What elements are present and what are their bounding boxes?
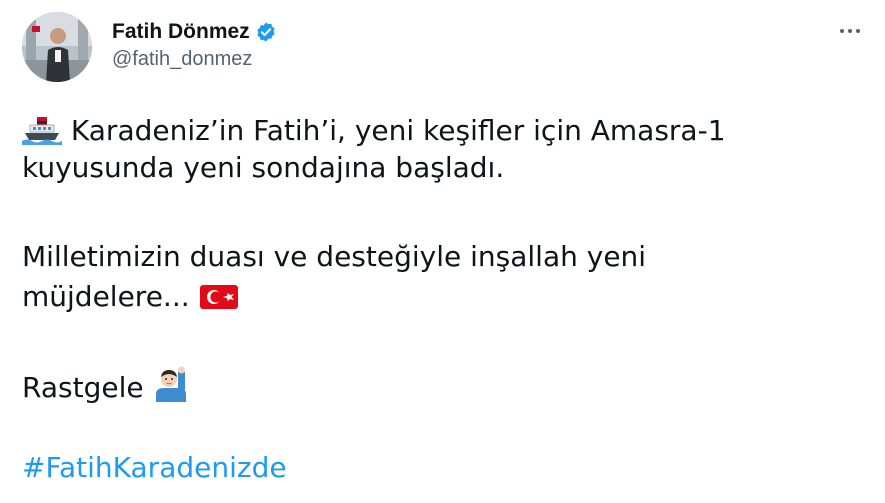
author-display-name[interactable]: Fatih Dönmez bbox=[112, 20, 250, 44]
profile-photo bbox=[22, 12, 92, 82]
turkey-flag-icon bbox=[199, 283, 239, 320]
author-handle[interactable]: @fatih_donmez bbox=[112, 48, 252, 71]
more-options-icon[interactable] bbox=[833, 16, 867, 46]
tweet-line-1: Karadeniz’in Fatih’i, yeni keşifler için… bbox=[22, 112, 872, 154]
person-raising-hand-icon bbox=[152, 366, 190, 411]
tweet-line-4: müjdelere... bbox=[22, 278, 872, 320]
tweet-line-2: kuyusunda yeni sondajına başladı. bbox=[22, 151, 505, 184]
tweet-card: Fatih Dönmez @fatih_donmez Karadeniz’in … bbox=[0, 0, 885, 503]
verified-badge-icon bbox=[255, 21, 277, 43]
tweet-line-5-text: Rastgele bbox=[22, 371, 144, 404]
author-avatar[interactable] bbox=[22, 12, 92, 82]
tweet-line-4-text: müjdelere... bbox=[22, 280, 190, 313]
tweet-line-5: Rastgele bbox=[22, 366, 872, 411]
hashtag-link[interactable]: #FatihKaradenizde bbox=[22, 449, 287, 486]
tweet-line-3: Milletimizin duası ve desteğiyle inşalla… bbox=[22, 240, 647, 273]
author-name-row: Fatih Dönmez bbox=[112, 18, 277, 46]
tweet-line-1-text: Karadeniz’in Fatih’i, yeni keşifler için… bbox=[70, 114, 726, 147]
